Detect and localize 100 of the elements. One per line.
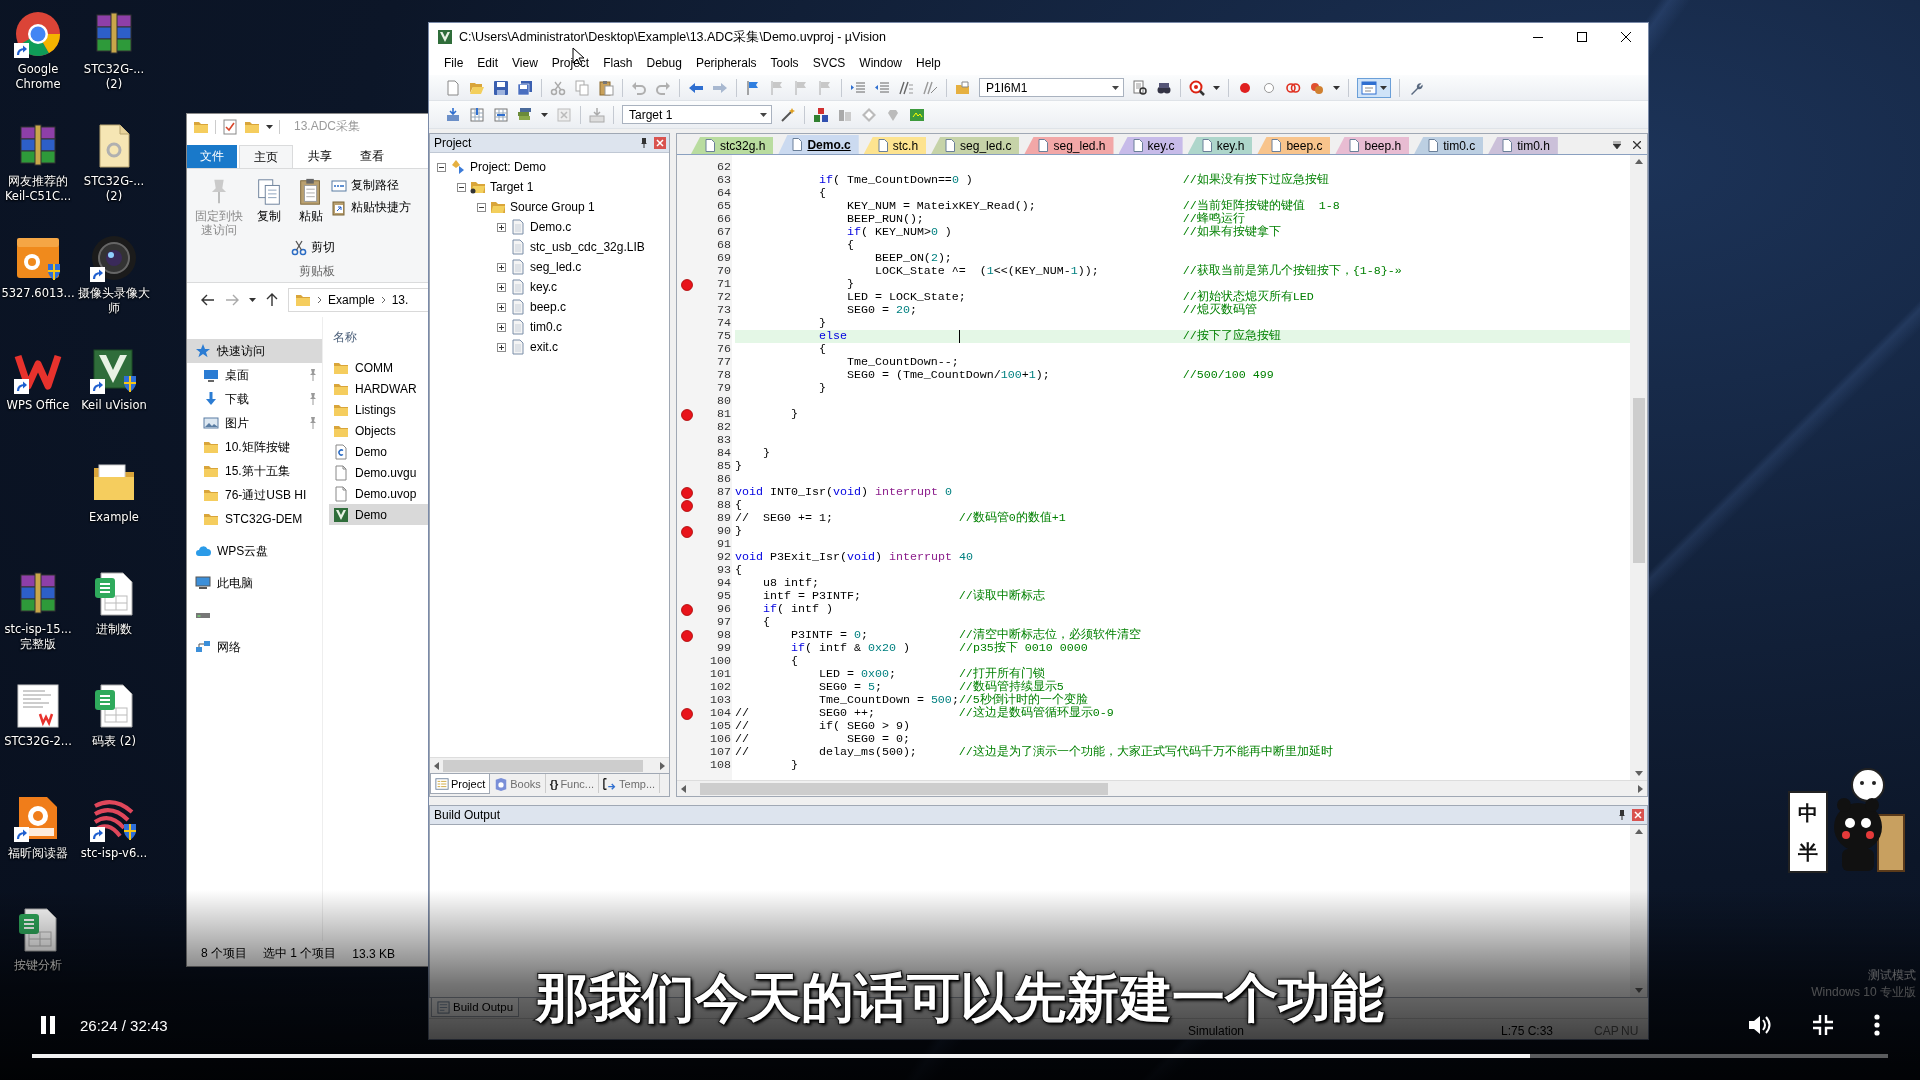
menu-item[interactable]: SVCS [805,54,853,72]
menu-item[interactable]: Window [852,54,909,72]
menu-item[interactable]: Edit [470,54,506,72]
editor-tab[interactable]: stc.h [863,137,927,154]
collapse-icon[interactable] [437,162,446,172]
desktop-shortcut[interactable]: Keil uVision [76,340,152,452]
clipboard-icon[interactable] [598,79,614,96]
ribbon-button[interactable]: 粘贴快捷方 [331,199,411,216]
ribbon-button[interactable]: 粘贴 [296,177,326,223]
ribbon-button[interactable]: 剪切 [291,239,335,256]
caret-icon[interactable] [1213,85,1220,90]
close-icon[interactable] [1633,141,1641,149]
caret-icon[interactable] [541,112,548,117]
grid-bar-icon[interactable] [493,106,509,123]
indent-icon[interactable] [850,79,866,96]
magic-wand-icon[interactable] [780,106,796,123]
editor-tab[interactable]: tim0.c [1414,137,1484,154]
maximize-icon[interactable] [1577,32,1587,42]
directory-entry[interactable]: HARDWAR [329,378,428,399]
desktop-shortcut[interactable]: Google Chrome [0,4,76,116]
close-icon[interactable] [1621,32,1631,42]
pin-icon[interactable] [640,138,648,148]
editor-tab[interactable]: key.h [1187,137,1253,154]
column-header[interactable]: 名称 [329,325,357,349]
desktop-shortcut[interactable]: 网友推荐的Keil-C51C... [0,116,76,228]
collapse-icon[interactable] [457,182,466,192]
nav-item[interactable]: 桌面 [187,363,322,387]
menu-item[interactable]: Project [544,54,597,72]
left-arrow-icon[interactable] [434,761,439,770]
breakpoint-icon[interactable] [681,525,693,538]
caret-icon[interactable] [1333,85,1340,90]
caret-icon[interactable] [266,124,273,129]
nav-item[interactable]: 76-通过USB HI [187,483,322,507]
tree-item[interactable]: beep.c [497,297,567,317]
left-arrow-icon[interactable] [681,784,686,793]
ribbon-tab[interactable]: 文件 [187,145,237,168]
directory-entry[interactable]: Demo.uvop [329,483,428,504]
tree-item[interactable]: tim0.c [497,317,562,337]
editor-tab[interactable]: beep.c [1257,137,1331,154]
editor-tab[interactable]: seg_led.h [1024,137,1114,154]
menu-item[interactable]: View [505,54,545,72]
menu-item[interactable]: Peripherals [688,54,764,72]
caret-icon[interactable] [249,298,256,302]
save-icon[interactable] [493,79,509,96]
horizontal-scrollbar[interactable] [430,757,669,773]
tray-arrow-icon[interactable] [445,106,461,123]
expand-icon[interactable] [497,222,506,232]
flag-icon[interactable] [745,79,761,96]
directory-entry[interactable]: Demo.uvgu [329,462,428,483]
breakpoint-icon[interactable] [681,278,693,291]
slashes-icon[interactable] [922,79,938,96]
menu-item[interactable]: Debug [639,54,689,72]
panel-tab[interactable]: Project [430,774,491,794]
nav-item[interactable]: 快速访问 [187,339,322,363]
breadcrumb[interactable]: 13. [391,293,409,307]
ribbon-button[interactable]: 复制 [254,177,284,223]
right-arrow-icon[interactable] [660,761,665,770]
menu-item[interactable]: Help [909,54,948,72]
panel-tab[interactable]: {} Func... [545,774,599,793]
desktop-shortcut[interactable]: 按键分析 [0,900,76,1012]
breadcrumb[interactable]: Example [328,293,375,307]
stacked-bars-icon[interactable] [517,106,533,123]
desktop-shortcut[interactable]: STC32G-2... [0,676,76,788]
down-arrow-icon[interactable] [1634,988,1643,993]
desktop-shortcut[interactable]: 摄像头录像大师 [76,228,152,340]
nav-item[interactable]: STC32G-DEM [187,507,322,531]
ribbon-button[interactable]: 复制路径 [331,177,399,194]
folder-document-icon[interactable] [955,79,971,96]
expand-icon[interactable] [497,262,506,272]
editor-tab[interactable]: Demo.c [778,135,859,154]
breakpoint-icon[interactable] [681,707,693,720]
down-arrow-icon[interactable] [1634,771,1643,776]
menu-item[interactable]: File [437,54,471,72]
vertical-scrollbar[interactable] [1630,825,1647,997]
tree-item[interactable]: Source Group 1 [477,197,595,217]
desktop-shortcut[interactable]: STC32G-... (2) [76,116,152,228]
document-magnifier-icon[interactable] [1132,79,1148,96]
breakpoint-icon[interactable] [681,629,693,642]
grid-arrow-icon[interactable] [469,106,485,123]
scroll-thumb[interactable] [700,782,1108,795]
expand-icon[interactable] [497,302,506,312]
nav-item[interactable]: WPS云盘 [187,539,322,563]
target-combo[interactable]: Target 1 [622,105,772,124]
nav-item[interactable]: 网络 [187,635,322,659]
expand-icon[interactable] [497,282,506,292]
pin-icon[interactable] [1618,810,1626,820]
vertical-scrollbar[interactable] [1630,155,1647,780]
directory-entry[interactable]: COMM [329,357,428,378]
desktop-shortcut[interactable]: 5327.6013... [0,228,76,340]
exit-fullscreen-icon[interactable] [1812,1014,1834,1036]
tree-item[interactable]: key.c [497,277,558,297]
menu-item[interactable]: Tools [763,54,806,72]
scroll-thumb[interactable] [1632,398,1645,563]
progress-track[interactable] [32,1054,1888,1058]
desktop-shortcut[interactable]: stc-isp-15...完整版 [0,564,76,676]
desktop-shortcut[interactable]: 进制数 [76,564,152,676]
horizontal-scrollbar[interactable] [677,780,1647,796]
directory-entry[interactable]: Demo [329,504,428,525]
ribbon-tab[interactable]: 查看 [347,145,397,168]
ribbon-tab[interactable]: 共享 [295,145,345,168]
